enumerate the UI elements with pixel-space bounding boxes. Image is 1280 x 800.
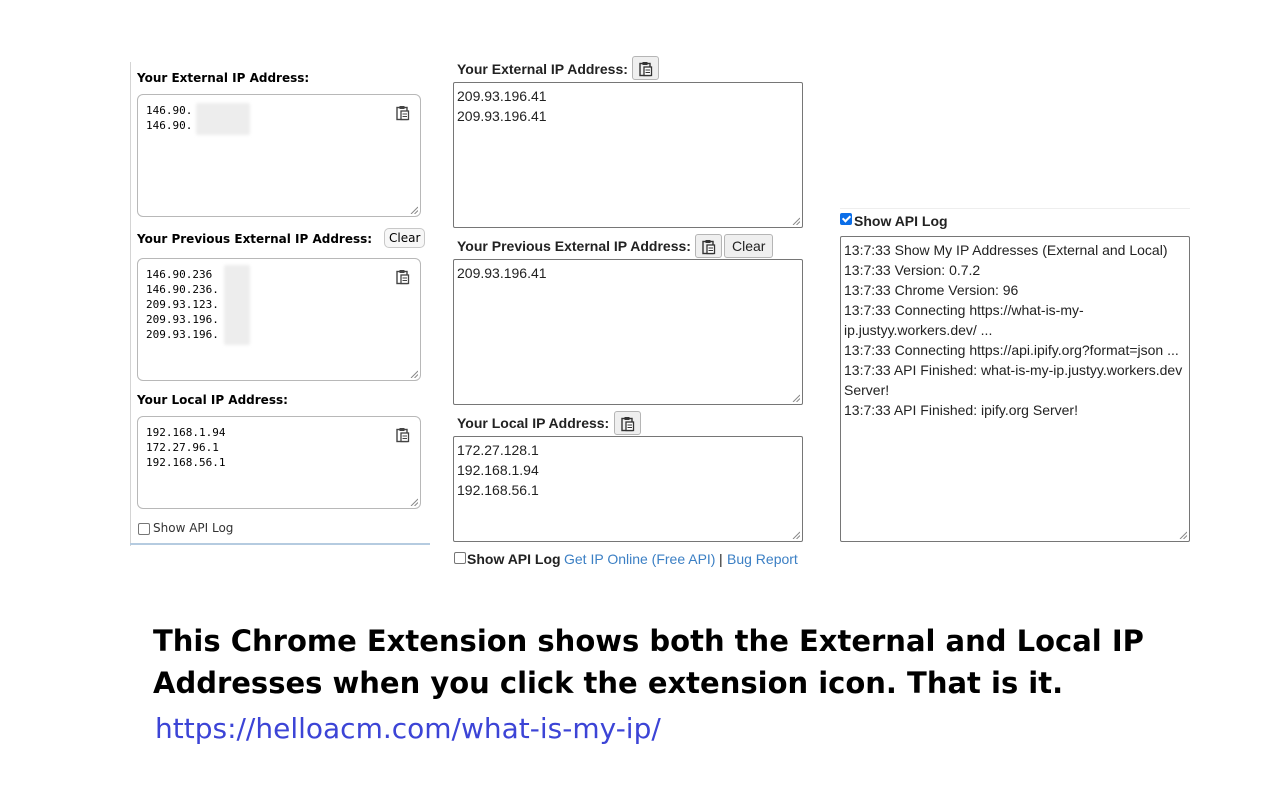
api-log-textarea[interactable]: 13:7:33 Show My IP Addresses (External a…	[840, 236, 1190, 542]
caption-line-1: This Chrome Extension shows both the Ext…	[153, 624, 1144, 658]
left-external-ip-label: Your External IP Address:	[137, 71, 310, 85]
copy-icon	[639, 62, 653, 77]
left-external-ip-textarea[interactable]: 146.90. 146.90.	[137, 94, 421, 217]
left-external-ip-line: 146.90.	[146, 119, 193, 132]
right-panel-top-border	[840, 208, 1190, 209]
redaction-blur	[196, 103, 250, 135]
log-line: ip.justyy.workers.dev/ ...	[844, 322, 993, 338]
middle-local-ip-line: 192.168.56.1	[457, 482, 539, 498]
resize-grip-icon[interactable]	[792, 217, 800, 225]
resize-grip-icon[interactable]	[410, 206, 418, 214]
middle-external-ip-line: 209.93.196.41	[457, 88, 547, 104]
left-local-ip-line: 172.27.96.1	[146, 441, 219, 454]
caption-url-link[interactable]: https://helloacm.com/what-is-my-ip/	[155, 712, 661, 745]
left-show-api-log-checkbox[interactable]	[138, 523, 150, 535]
left-clear-button[interactable]: Clear	[384, 228, 426, 248]
middle-previous-ip-label: Your Previous External IP Address:	[457, 238, 691, 254]
resize-grip-icon[interactable]	[410, 370, 418, 378]
copy-icon[interactable]	[396, 105, 410, 121]
copy-icon[interactable]	[396, 269, 410, 285]
middle-external-ip-line: 209.93.196.41	[457, 108, 547, 124]
right-show-api-log-label: Show API Log	[854, 213, 948, 229]
left-previous-ip-line: 146.90.236	[146, 268, 213, 281]
right-show-api-log-checkbox[interactable]	[840, 213, 852, 225]
redaction-blur	[224, 265, 250, 345]
middle-previous-ip-textarea[interactable]: 209.93.196.41	[453, 259, 803, 405]
copy-local-button[interactable]	[614, 411, 641, 435]
left-previous-ip-label: Your Previous External IP Address:	[137, 232, 373, 246]
log-line: 13:7:33 Version: 0.7.2	[844, 262, 981, 278]
caption-line-2: Addresses when you click the extension i…	[153, 666, 1064, 700]
resize-grip-icon[interactable]	[792, 394, 800, 402]
left-previous-ip-line: 146.90.236.	[146, 283, 219, 296]
copy-icon[interactable]	[396, 427, 410, 443]
left-local-ip-label: Your Local IP Address:	[137, 393, 288, 407]
left-local-ip-line: 192.168.1.94	[146, 426, 226, 439]
copy-icon	[702, 240, 716, 255]
copy-previous-button[interactable]	[695, 234, 722, 258]
log-line: 13:7:33 Connecting https://api.ipify.org…	[844, 342, 1179, 358]
middle-external-ip-label: Your External IP Address:	[457, 61, 628, 77]
bug-report-link[interactable]: Bug Report	[727, 551, 798, 567]
resize-grip-icon[interactable]	[792, 531, 800, 539]
left-panel-bottom-border	[130, 543, 430, 545]
left-previous-ip-line: 209.93.196.	[146, 328, 219, 341]
left-show-api-log-label: Show API Log	[153, 521, 234, 535]
log-line: 13:7:33 API Finished: ipify.org Server!	[844, 402, 1078, 418]
copy-external-button[interactable]	[632, 56, 659, 80]
left-previous-ip-textarea[interactable]: 146.90.236 146.90.236. 209.93.123. 209.9…	[137, 258, 421, 381]
middle-external-ip-textarea[interactable]: 209.93.196.41 209.93.196.41	[453, 82, 803, 228]
middle-previous-ip-line: 209.93.196.41	[457, 265, 547, 281]
copy-icon	[621, 417, 635, 432]
log-line: 13:7:33 API Finished: what-is-my-ip.just…	[844, 362, 1183, 378]
left-panel-left-border	[130, 62, 131, 546]
middle-clear-button[interactable]: Clear	[724, 234, 774, 258]
caption-text: This Chrome Extension shows both the Ext…	[153, 620, 1153, 704]
resize-grip-icon[interactable]	[1179, 531, 1187, 539]
middle-show-api-log-label: Show API Log	[467, 551, 561, 567]
log-line: 13:7:33 Show My IP Addresses (External a…	[844, 242, 1168, 258]
get-ip-online-link[interactable]: Get IP Online (Free API)	[564, 551, 715, 567]
log-line: Server!	[844, 382, 890, 398]
left-local-ip-line: 192.168.56.1	[146, 456, 226, 469]
left-previous-ip-line: 209.93.123.	[146, 298, 219, 311]
resize-grip-icon[interactable]	[410, 498, 418, 506]
log-line: 13:7:33 Chrome Version: 96	[844, 282, 1019, 298]
middle-local-ip-textarea[interactable]: 172.27.128.1 192.168.1.94 192.168.56.1	[453, 436, 803, 542]
middle-local-ip-line: 192.168.1.94	[457, 462, 539, 478]
middle-local-ip-line: 172.27.128.1	[457, 442, 539, 458]
middle-local-ip-label: Your Local IP Address:	[457, 415, 610, 431]
left-previous-ip-line: 209.93.196.	[146, 313, 219, 326]
log-line: 13:7:33 Connecting https://what-is-my-	[844, 302, 1084, 318]
link-separator: |	[719, 551, 723, 567]
left-local-ip-textarea[interactable]: 192.168.1.94 172.27.96.1 192.168.56.1	[137, 416, 421, 509]
middle-show-api-log-checkbox[interactable]	[454, 552, 466, 564]
left-external-ip-line: 146.90.	[146, 104, 193, 117]
